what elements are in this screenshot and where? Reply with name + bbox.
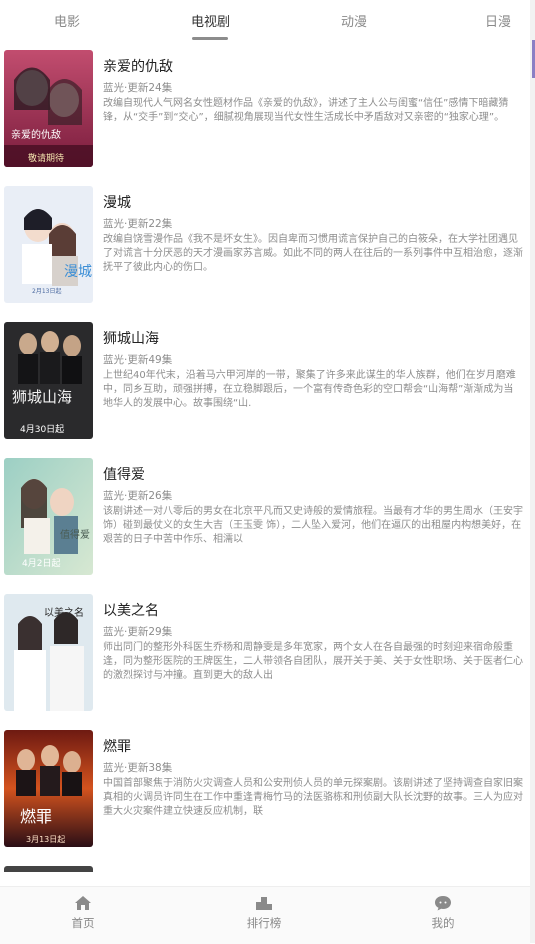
- poster-image: 漫城 2月13日起: [4, 186, 93, 303]
- poster-image: 燃罪 3月13日起: [4, 730, 93, 847]
- series-title: 以美之名: [103, 603, 159, 619]
- series-meta: 蓝光·更新49集: [103, 354, 173, 366]
- podium-icon: [256, 897, 272, 910]
- poster-date-text: 4月30日起: [20, 424, 64, 435]
- poster-title-text: 值得爱: [60, 528, 90, 541]
- list-item[interactable]: 亲爱的仇敌 敬请期待 亲爱的仇敌 蓝光·更新24集 改编自现代人气网名女性题材作…: [0, 42, 530, 178]
- nav-home[interactable]: 首页: [43, 895, 123, 931]
- poster-title-text: 燃罪: [20, 807, 52, 826]
- list-item[interactable]: 漫城 2月13日起 漫城 蓝光·更新22集 改编自饶雪漫作品《我不是坏女生》。因…: [0, 178, 530, 314]
- series-description: 改编自饶雪漫作品《我不是坏女生》。因自卑而习惯用谎言保护自己的白筱朵，在大学社团…: [103, 234, 523, 273]
- nav-home-label: 首页: [71, 916, 95, 930]
- poster-date-text: 敬请期待: [28, 152, 64, 164]
- series-meta: 蓝光·更新29集: [103, 626, 173, 638]
- nav-ranking[interactable]: 排行榜: [224, 895, 304, 931]
- series-meta: 蓝光·更新24集: [103, 82, 173, 94]
- tab-movie[interactable]: 电影: [54, 11, 80, 30]
- series-title: 值得爱: [103, 467, 145, 483]
- poster-date-text: 2月13日起: [32, 287, 61, 295]
- tab-tv-series[interactable]: 电视剧: [191, 11, 230, 30]
- tab-japanese-anime[interactable]: 日漫: [485, 11, 511, 30]
- series-description: 师出同门的整形外科医生乔杨和周静雯是多年宽家，两个女人在各自最强的时刻迎来宿命般…: [103, 642, 523, 681]
- series-description: 中国首部聚焦于消防火灾调查人员和公安刑侦人员的单元探案剧。该剧讲述了坚持调查自家…: [103, 778, 523, 817]
- poster-image: 亲爱的仇敌 敬请期待: [4, 50, 93, 167]
- series-title: 燃罪: [103, 739, 131, 755]
- poster-image: 值得爱 4月2日起: [4, 458, 93, 575]
- nav-mine[interactable]: 我的: [403, 895, 483, 931]
- series-description: 上世纪40年代末，沿着马六甲河岸的一带，聚集了许多来此谋生的华人族群，他们在岁月…: [103, 370, 516, 409]
- nav-mine-label: 我的: [431, 916, 455, 930]
- series-title: 亲爱的仇敌: [103, 59, 173, 75]
- series-description: 改编自现代人气网名女性题材作品《亲爱的仇敌》，讲述了主人公与闺蜜“信任”感情下暗…: [103, 98, 509, 123]
- active-tab-indicator: [192, 37, 228, 40]
- series-meta: 蓝光·更新22集: [103, 218, 173, 230]
- series-meta: 蓝光·更新26集: [103, 490, 173, 502]
- home-icon: [75, 896, 91, 910]
- poster-title-text: 漫城: [64, 264, 92, 280]
- chat-bubble-icon: [435, 896, 451, 911]
- poster-date-text: 3月13日起: [26, 835, 65, 844]
- poster-title-text: 以美之名: [44, 606, 84, 619]
- series-title: 漫城: [103, 195, 131, 211]
- nav-ranking-label: 排行榜: [246, 916, 282, 930]
- poster-title-text: 狮城山海: [12, 388, 72, 406]
- poster-date-text: 4月2日起: [22, 558, 60, 569]
- list-item[interactable]: 燃罪 3月13日起 燃罪 蓝光·更新38集 中国首部聚焦于消防火灾调查人员和公安…: [0, 722, 530, 858]
- list-item[interactable]: 狮城山海 4月30日起 狮城山海 蓝光·更新49集 上世纪40年代末，沿着马六甲…: [0, 314, 530, 450]
- list-item[interactable]: 以美之名 以美之名 蓝光·更新29集 师出同门的整形外科医生乔杨和周静雯是多年宽…: [0, 586, 530, 722]
- series-description: 该剧讲述一对八零后的男女在北京平凡而又史诗般的爱情旅程。当最有才华的男生周水（王…: [103, 506, 523, 545]
- series-title: 狮城山海: [103, 331, 159, 347]
- adjacent-panel-edge: [530, 0, 535, 943]
- list-item[interactable]: 值得爱 4月2日起 值得爱 蓝光·更新26集 该剧讲述一对八零后的男女在北京平凡…: [0, 450, 530, 586]
- poster-image: 狮城山海 4月30日起: [4, 322, 93, 439]
- category-tabs: 电影 电视剧 动漫 日漫: [0, 0, 530, 42]
- tab-anime[interactable]: 动漫: [341, 11, 367, 30]
- series-meta: 蓝光·更新38集: [103, 762, 173, 774]
- next-item-poster-peek: [4, 866, 93, 872]
- bottom-nav: 首页 排行榜 我的: [0, 886, 530, 944]
- poster-title-text: 亲爱的仇敌: [11, 128, 61, 141]
- poster-image: 以美之名: [4, 594, 93, 711]
